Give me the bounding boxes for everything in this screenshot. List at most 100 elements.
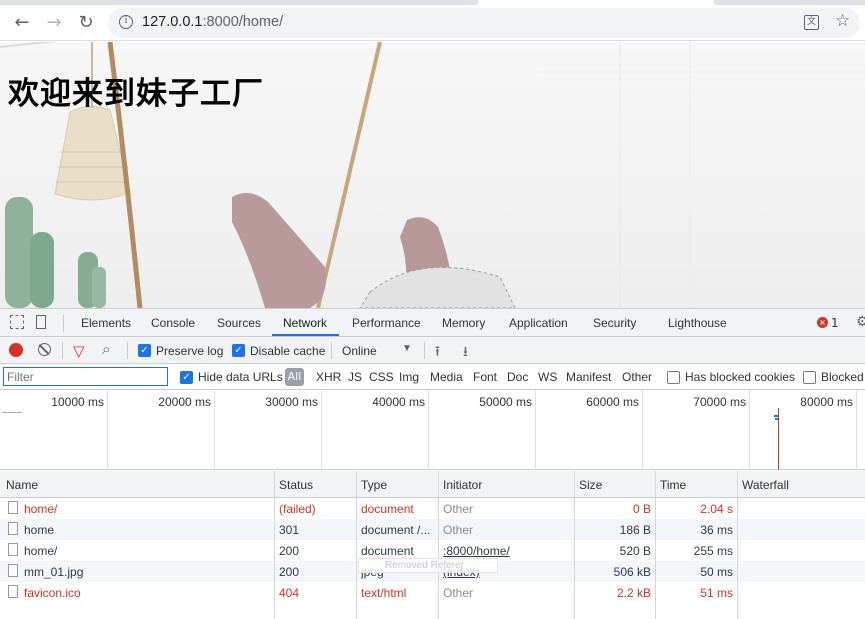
request-status: 404 xyxy=(279,586,300,600)
hide-data-urls-checkbox[interactable]: ✓ xyxy=(180,371,193,384)
tab-network[interactable]: Network xyxy=(283,316,327,330)
tab-console[interactable]: Console xyxy=(151,316,195,330)
request-initiator: Other xyxy=(443,586,474,600)
filter-type-js[interactable]: JS xyxy=(348,370,362,384)
blocked-requests-label: Blocked xyxy=(821,370,864,384)
table-row[interactable]: home 301 document /... Other 186 B 36 ms xyxy=(0,519,865,540)
reload-icon[interactable]: ↻ xyxy=(73,9,99,35)
tab-application[interactable]: Application xyxy=(509,316,568,330)
bookmark-star-icon[interactable]: ☆ xyxy=(835,11,850,31)
control-separator xyxy=(127,342,128,359)
error-count[interactable]: 1 xyxy=(831,316,839,330)
column-divider xyxy=(438,471,439,619)
column-divider xyxy=(274,471,275,619)
network-overview[interactable]: 10000 ms 20000 ms 30000 ms 40000 ms 5000… xyxy=(0,390,865,470)
request-time: 2.04 s xyxy=(700,502,733,516)
clear-button[interactable] xyxy=(38,343,51,356)
filter-type-other[interactable]: Other xyxy=(622,370,652,384)
request-size: 186 B xyxy=(619,523,651,537)
preserve-log-checkbox[interactable]: ✓ xyxy=(138,344,151,357)
column-type[interactable]: Type xyxy=(361,478,387,492)
translate-icon[interactable]: 文 xyxy=(804,15,819,30)
network-controls: ▽ ⌕ ✓ Preserve log ✓ Disable cache Onlin… xyxy=(0,337,865,364)
page-viewport: 欢迎来到妹子工厂 xyxy=(0,42,865,308)
inspect-element-icon[interactable] xyxy=(10,315,24,329)
has-blocked-cookies-label: Has blocked cookies xyxy=(685,370,796,384)
column-divider xyxy=(356,471,357,619)
overview-gridline xyxy=(535,390,536,470)
filter-type-css[interactable]: CSS xyxy=(369,370,394,384)
filter-bar: ✓ Hide data URLs All XHR JS CSS Img Medi… xyxy=(0,365,865,390)
has-blocked-cookies-checkbox[interactable] xyxy=(667,371,680,384)
devtools-tabbar: Elements Console Sources Network Perform… xyxy=(0,309,865,337)
overview-tick-label: 60000 ms xyxy=(586,395,639,409)
overview-gridline xyxy=(428,390,429,470)
chevron-down-icon[interactable]: ▼ xyxy=(402,343,412,354)
overview-tick-label: 10000 ms xyxy=(51,395,104,409)
overview-tick-label: 30000 ms xyxy=(265,395,318,409)
tab-lighthouse[interactable]: Lighthouse xyxy=(668,316,727,330)
request-time: 50 ms xyxy=(700,565,733,579)
request-status: (failed) xyxy=(279,502,316,516)
request-initiator: Other xyxy=(443,523,474,537)
request-time: 255 ms xyxy=(693,544,733,558)
tab-memory[interactable]: Memory xyxy=(442,316,485,330)
control-separator xyxy=(424,342,425,359)
request-size: 2.2 kB xyxy=(616,586,651,600)
url-text[interactable]: 127.0.0.1:8000/home/ xyxy=(142,14,283,30)
import-har-icon[interactable]: ⭱ xyxy=(435,341,440,365)
export-har-icon[interactable]: ⭳ xyxy=(463,341,468,365)
filter-type-media[interactable]: Media xyxy=(430,370,463,384)
site-info-icon[interactable]: i xyxy=(119,15,133,29)
overview-gridline xyxy=(856,390,857,470)
overview-gridline xyxy=(214,390,215,470)
throttling-select[interactable]: Online xyxy=(342,344,377,358)
column-waterfall[interactable]: Waterfall xyxy=(742,478,789,492)
disable-cache-label: Disable cache xyxy=(250,344,326,358)
blocked-requests-checkbox[interactable] xyxy=(803,371,816,384)
address-bar[interactable]: i 127.0.0.1:8000/home/ 文 ☆ xyxy=(108,8,860,38)
tab-sources[interactable]: Sources xyxy=(217,316,261,330)
tab-elements[interactable]: Elements xyxy=(81,316,131,330)
devtools-panel: Elements Console Sources Network Perform… xyxy=(0,308,865,619)
error-icon[interactable]: × xyxy=(817,317,828,328)
column-divider xyxy=(737,471,738,619)
request-initiator[interactable]: :8000/home/ xyxy=(443,544,571,558)
file-icon xyxy=(8,564,18,577)
column-size[interactable]: Size xyxy=(579,478,602,492)
filter-funnel-icon[interactable]: ▽ xyxy=(73,342,85,360)
column-divider xyxy=(574,471,575,619)
column-status[interactable]: Status xyxy=(279,478,313,492)
filter-type-manifest[interactable]: Manifest xyxy=(566,370,611,384)
tab-security[interactable]: Security xyxy=(593,316,636,330)
filter-all-button[interactable]: All xyxy=(285,368,304,386)
disable-cache-checkbox[interactable]: ✓ xyxy=(232,344,245,357)
requests-table-header: Name Status Type Initiator Size Time Wat… xyxy=(0,471,865,498)
filter-type-ws[interactable]: WS xyxy=(538,370,557,384)
requests-table: Name Status Type Initiator Size Time Wat… xyxy=(0,471,865,619)
search-icon[interactable]: ⌕ xyxy=(102,340,110,358)
request-time: 36 ms xyxy=(700,523,733,537)
filter-input[interactable] xyxy=(3,367,168,386)
record-button[interactable] xyxy=(9,343,23,357)
column-time[interactable]: Time xyxy=(660,478,686,492)
column-name[interactable]: Name xyxy=(6,478,38,492)
page-title: 欢迎来到妹子工厂 xyxy=(8,76,264,112)
back-icon[interactable]: ← xyxy=(9,9,35,35)
active-tab-indicator xyxy=(272,334,339,336)
settings-gear-icon[interactable]: ⚙ xyxy=(856,314,865,330)
column-initiator[interactable]: Initiator xyxy=(443,478,482,492)
device-toolbar-icon[interactable] xyxy=(36,315,46,329)
table-row[interactable]: favicon.ico 404 text/html Other 2.2 kB 51 ms xyxy=(0,582,865,603)
filter-type-img[interactable]: Img xyxy=(399,370,419,384)
filter-type-xhr[interactable]: XHR xyxy=(316,370,341,384)
browser-toolbar: ← → ↻ i 127.0.0.1:8000/home/ 文 ☆ xyxy=(0,5,865,41)
table-row[interactable]: home/ (failed) document Other 0 B 2.04 s xyxy=(0,498,865,519)
filter-type-doc[interactable]: Doc xyxy=(507,370,528,384)
request-name: favicon.ico xyxy=(24,586,81,600)
forward-icon[interactable]: → xyxy=(41,9,67,35)
tab-performance[interactable]: Performance xyxy=(352,316,421,330)
overview-tick-label: 50000 ms xyxy=(479,395,532,409)
overview-tick-label: 80000 ms xyxy=(800,395,853,409)
filter-type-font[interactable]: Font xyxy=(473,370,497,384)
